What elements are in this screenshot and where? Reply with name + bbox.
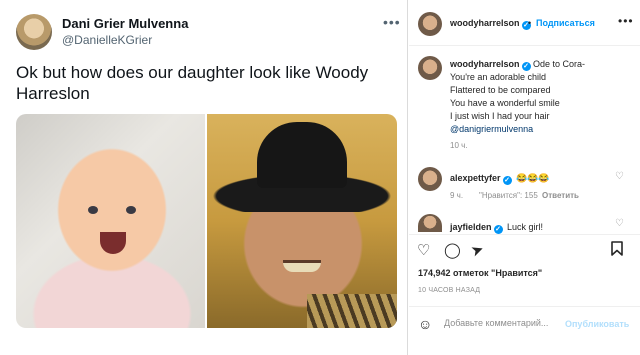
post-timestamp: 10 ЧАСОВ НАЗАД [418,287,481,294]
caption-username[interactable]: woodyharrelson [450,59,520,69]
verified-badge-icon: ✓ [502,176,512,185]
mention-link[interactable]: @danigriermulvenna [450,124,533,134]
comment-username[interactable]: jayfielden [450,222,492,232]
tweet-author-avatar [16,14,52,50]
verified-badge-icon: ✓ [493,225,503,234]
caption-line: Ode to Cora- [533,59,586,69]
ellipsis-icon: ••• [383,14,401,30]
comment-like-heart-icon[interactable]: ♡ [615,171,624,182]
comment-like-heart-icon[interactable]: ♡ [615,218,624,229]
verified-badge-icon: ✓ [521,62,531,71]
separator-dot: • [528,18,532,28]
post-sidebar: woodyharrelson ✓ • Подписаться ••• woodyh… [409,0,640,355]
comment-time: 9 ч. [450,191,464,200]
emoji-smile-icon[interactable]: ☺ [418,316,432,332]
comment-item: jayfielden ✓ Luck girl! [450,217,543,235]
comment-input[interactable] [444,318,564,328]
post-header: woodyharrelson ✓ • Подписаться ••• [409,0,640,46]
comment-bar: ☺ Опубликовать [409,306,640,340]
action-bar: ♡ ◯ ➤ [409,234,640,264]
publish-button[interactable]: Опубликовать [565,319,629,329]
follow-button[interactable]: Подписаться [536,18,595,28]
caption-avatar[interactable] [418,56,442,80]
tweet-author-name: Dani Grier Mulvenna [62,16,189,31]
caption-line: You have a wonderful smile [450,98,560,108]
comment-bubble-icon[interactable]: ◯ [444,241,461,259]
tweet-text: Ok but how does our daughter look like W… [16,63,369,103]
baby-photo [16,114,205,328]
comment-text: Luck girl! [506,222,543,232]
share-send-icon[interactable]: ➤ [468,239,487,260]
author-avatar[interactable] [418,12,442,36]
comment-likes[interactable]: "Нравится": 155 [479,191,538,200]
tweet-photos [16,114,397,328]
reply-button[interactable]: Ответить [542,191,579,200]
comment-avatar[interactable] [418,167,442,191]
woody-photo [207,114,397,328]
tweet-author-handle: @DanielleKGrier [62,33,153,47]
comment-text: 😂😂😂 [515,173,550,183]
more-options-icon[interactable]: ••• [618,14,634,28]
comment-username[interactable]: alexpettyfer [450,173,501,183]
comment-item: alexpettyfer ✓ 😂😂😂 [450,168,550,186]
caption-line: You're an adorable child [450,72,546,82]
author-username[interactable]: woodyharrelson ✓ [450,18,531,30]
post-image: Dani Grier Mulvenna @DanielleKGrier ••• … [0,0,408,355]
caption-time: 10 ч. [450,141,468,150]
caption-line: I just wish I had your hair [450,111,550,121]
like-heart-icon[interactable]: ♡ [417,241,430,259]
bookmark-icon[interactable] [611,241,623,260]
comment-avatar[interactable] [418,214,442,232]
likes-count[interactable]: 174,942 отметок "Нравится" [418,268,542,278]
post-caption: woodyharrelson ✓ Ode to Cora- You're an a… [450,58,635,136]
caption-line: Flattered to be compared [450,85,551,95]
